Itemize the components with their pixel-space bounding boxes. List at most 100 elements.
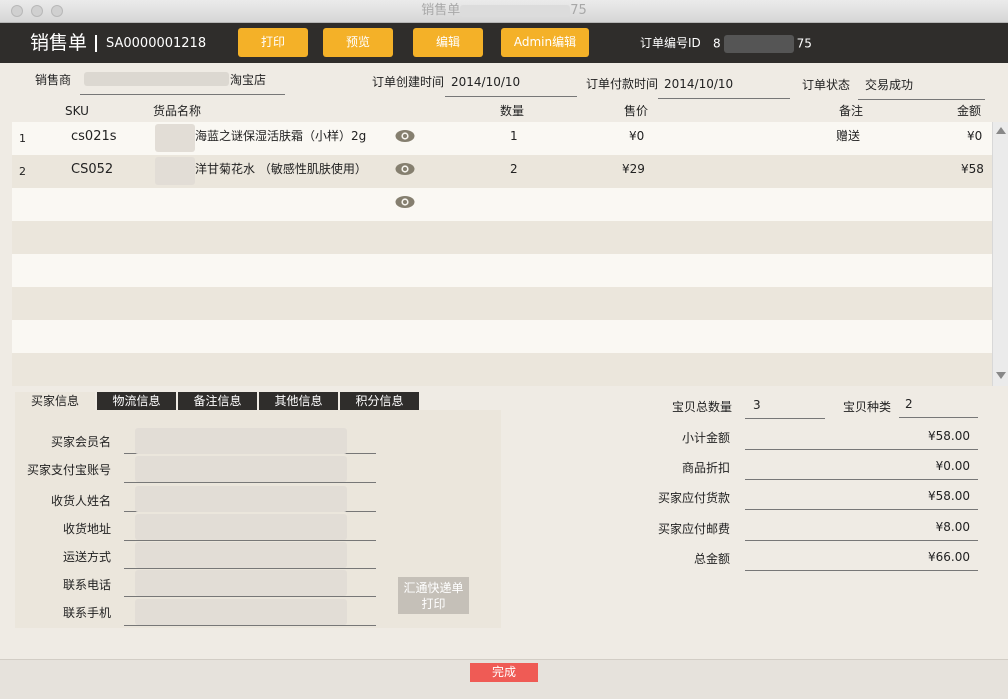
redacted-text bbox=[135, 599, 347, 625]
row-sku: CS052 bbox=[71, 162, 114, 177]
contact-phone-label: 联系电话 bbox=[62, 578, 111, 592]
status-value: 交易成功 bbox=[865, 78, 914, 92]
order-id-prefix: 8 bbox=[713, 36, 721, 51]
postage-payable-label: 买家应付邮费 bbox=[657, 522, 730, 536]
table-row-empty bbox=[12, 254, 992, 287]
paid-time-value: 2014/10/10 bbox=[664, 77, 734, 91]
total-qty-label: 宝贝总数量 bbox=[672, 400, 733, 414]
print-express-slip-label-line1: 汇通快递单 bbox=[403, 581, 464, 595]
table-row-empty bbox=[12, 320, 992, 353]
kinds-label: 宝贝种类 bbox=[843, 400, 892, 414]
created-time-label: 订单创建时间 bbox=[372, 75, 445, 89]
tab-note-info[interactable]: 备注信息 bbox=[178, 392, 257, 410]
table-row[interactable]: 1 cs021s 海蓝之谜保湿活肤霜（小样）2g 1 ¥0 赠送 ¥0 bbox=[12, 122, 992, 155]
product-thumbnail bbox=[155, 157, 195, 185]
print-button[interactable]: 打印 bbox=[238, 28, 308, 57]
postage-payable-field bbox=[745, 539, 978, 541]
tab-other-info[interactable]: 其他信息 bbox=[259, 392, 338, 410]
row-price: ¥0 bbox=[629, 129, 645, 143]
paid-time-label: 订单付款时间 bbox=[586, 77, 659, 91]
seller-field bbox=[80, 93, 285, 95]
discount-label: 商品折扣 bbox=[681, 461, 730, 475]
created-time-value: 2014/10/10 bbox=[451, 75, 521, 89]
contact-mobile-label: 联系手机 bbox=[62, 606, 111, 620]
shipping-method-label: 运送方式 bbox=[62, 550, 111, 564]
table-row-empty bbox=[12, 353, 992, 386]
col-header-qty: 数量 bbox=[500, 104, 525, 118]
total-amount-value: ¥66.00 bbox=[928, 550, 970, 564]
table-row-empty[interactable] bbox=[12, 188, 992, 221]
redacted-text bbox=[135, 486, 347, 512]
scroll-up-arrow-icon[interactable] bbox=[996, 127, 1006, 134]
postage-payable-value: ¥8.00 bbox=[935, 520, 970, 534]
row-qty: 1 bbox=[510, 129, 518, 143]
subtotal-value: ¥58.00 bbox=[928, 429, 970, 443]
col-header-price: 售价 bbox=[624, 104, 649, 118]
total-qty-value: 3 bbox=[753, 398, 761, 412]
redacted-text bbox=[84, 72, 229, 86]
col-header-name: 货品名称 bbox=[153, 104, 202, 118]
order-id-value: 8 75 bbox=[713, 35, 812, 53]
row-qty: 2 bbox=[510, 162, 518, 176]
row-sku: cs021s bbox=[71, 129, 117, 144]
row-product-name: 洋甘菊花水 （敏感性肌肤使用） bbox=[195, 162, 367, 176]
redacted-text bbox=[135, 570, 347, 596]
redacted-text bbox=[135, 542, 347, 568]
status-label: 订单状态 bbox=[802, 78, 851, 92]
admin-edit-button[interactable]: Admin编辑 bbox=[501, 28, 589, 57]
paid-time-field bbox=[658, 97, 790, 99]
created-time-field bbox=[445, 95, 577, 97]
eye-icon[interactable] bbox=[395, 162, 415, 176]
redacted-text bbox=[135, 514, 347, 540]
order-id-label: 订单编号ID bbox=[640, 36, 701, 50]
scroll-down-arrow-icon[interactable] bbox=[996, 372, 1006, 379]
col-header-sku: SKU bbox=[65, 104, 89, 118]
redacted-text bbox=[135, 428, 347, 454]
eye-icon[interactable] bbox=[395, 195, 415, 209]
col-header-note: 备注 bbox=[839, 104, 864, 118]
seller-suffix: 淘宝店 bbox=[230, 73, 267, 87]
window-title-suffix: 75 bbox=[570, 3, 587, 18]
table-row[interactable]: 2 CS052 洋甘菊花水 （敏感性肌肤使用） 2 ¥29 ¥58 bbox=[12, 155, 992, 188]
tab-points-info[interactable]: 积分信息 bbox=[340, 392, 419, 410]
discount-value: ¥0.00 bbox=[935, 459, 970, 473]
kinds-field bbox=[899, 416, 978, 418]
receiver-address-label: 收货地址 bbox=[62, 522, 111, 536]
tab-buyer-info[interactable]: 买家信息 bbox=[15, 392, 95, 410]
buyer-alipay-label: 买家支付宝账号 bbox=[26, 463, 111, 477]
row-note: 赠送 bbox=[836, 129, 861, 143]
order-number: SA0000001218 bbox=[106, 36, 207, 51]
receiver-name-label: 收货人姓名 bbox=[50, 494, 111, 508]
preview-button[interactable]: 预览 bbox=[323, 28, 393, 57]
eye-icon[interactable] bbox=[395, 129, 415, 143]
row-price: ¥29 bbox=[622, 162, 645, 176]
row-amount: ¥0 bbox=[967, 129, 983, 143]
seller-label: 销售商 bbox=[35, 73, 72, 87]
kinds-value: 2 bbox=[905, 397, 913, 411]
row-product-name: 海蓝之谜保湿活肤霜（小样）2g bbox=[195, 129, 367, 143]
window-title: 销售单 75 bbox=[0, 0, 1008, 22]
subtotal-field bbox=[745, 448, 978, 450]
total-qty-field bbox=[745, 417, 825, 419]
col-header-amount: 金额 bbox=[957, 104, 982, 118]
buyer-member-name-label: 买家会员名 bbox=[50, 435, 111, 449]
goods-payable-label: 买家应付货款 bbox=[657, 491, 730, 505]
print-express-slip-button[interactable]: 汇通快递单 打印 bbox=[398, 577, 469, 614]
done-button[interactable]: 完成 bbox=[470, 663, 538, 682]
discount-field bbox=[745, 478, 978, 480]
edit-button[interactable]: 编辑 bbox=[413, 28, 483, 57]
header-separator bbox=[95, 35, 97, 52]
tab-logistics-info[interactable]: 物流信息 bbox=[97, 392, 176, 410]
print-express-slip-label-line2: 打印 bbox=[421, 597, 446, 611]
redacted-text bbox=[135, 456, 347, 482]
row-index: 1 bbox=[19, 132, 26, 145]
redacted-text bbox=[460, 4, 571, 17]
status-field bbox=[858, 98, 985, 100]
table-row-empty bbox=[12, 221, 992, 254]
goods-payable-field bbox=[745, 508, 978, 510]
redacted-text bbox=[723, 35, 794, 53]
table-scrollbar[interactable] bbox=[992, 122, 1008, 386]
total-amount-field bbox=[745, 569, 978, 571]
row-index: 2 bbox=[19, 165, 26, 178]
page-title: 销售单 bbox=[30, 32, 88, 54]
